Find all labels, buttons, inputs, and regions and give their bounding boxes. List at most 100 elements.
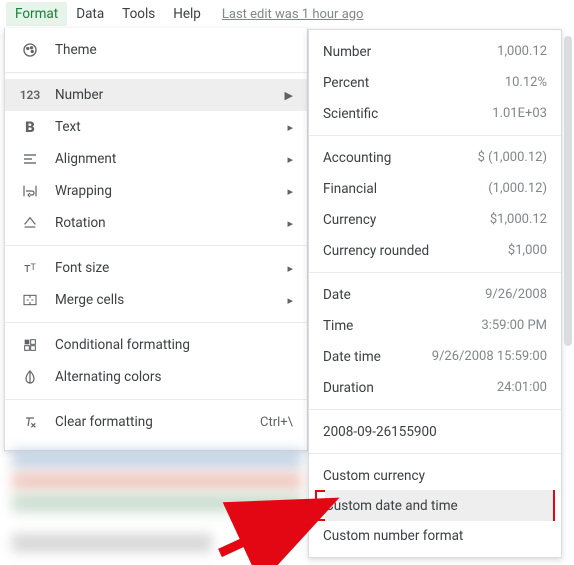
menu-item-label: Merge cells — [55, 292, 287, 308]
menu-item-font-size[interactable]: тT Font size ▸ — [5, 252, 307, 284]
submenu-arrow-icon: ▸ — [287, 217, 293, 230]
menu-item-label: Clear formatting — [55, 414, 260, 430]
submenu-item-scientific[interactable]: Scientific 1.01E+03 — [309, 98, 561, 129]
format-dropdown: Theme 123 Number ▶ B Text ▸ Alignment ▸ … — [4, 28, 308, 451]
submenu-item-number[interactable]: Number 1,000.12 — [309, 36, 561, 67]
submenu-item-iso[interactable]: 2008-09-26155900 — [309, 416, 561, 447]
blurred-content — [12, 472, 302, 490]
number-submenu: Number 1,000.12 Percent 10.12% Scientifi… — [308, 29, 562, 558]
submenu-item-label: Date time — [323, 349, 381, 365]
menu-item-wrapping[interactable]: Wrapping ▸ — [5, 175, 307, 207]
blurred-content — [12, 450, 302, 468]
submenu-item-example: 3:59:00 PM — [481, 318, 547, 333]
submenu-item-example: 24:01:00 — [497, 380, 547, 395]
submenu-item-example: 9/26/2008 — [485, 287, 547, 302]
submenu-item-label: Custom number format — [323, 528, 463, 544]
separator — [5, 322, 307, 323]
submenu-arrow-icon: ▸ — [287, 294, 293, 307]
submenu-item-currency-rounded[interactable]: Currency rounded $1,000 — [309, 235, 561, 266]
menu-item-text[interactable]: B Text ▸ — [5, 111, 307, 143]
submenu-item-duration[interactable]: Duration 24:01:00 — [309, 372, 561, 403]
submenu-item-label: Number — [323, 44, 371, 60]
menu-item-label: Rotation — [55, 215, 287, 231]
menu-item-label: Wrapping — [55, 183, 287, 199]
submenu-item-custom-number[interactable]: Custom number format — [309, 520, 561, 551]
submenu-item-label: Custom date and time — [325, 498, 458, 514]
submenu-item-label: Date — [323, 287, 351, 303]
submenu-item-percent[interactable]: Percent 10.12% — [309, 67, 561, 98]
alignment-icon — [19, 149, 41, 169]
submenu-item-example: $ (1,000.12) — [478, 150, 547, 165]
submenu-arrow-icon: ▸ — [287, 262, 293, 275]
separator — [309, 272, 561, 273]
menu-format[interactable]: Format — [6, 2, 67, 26]
submenu-item-label: Accounting — [323, 150, 391, 166]
separator — [5, 72, 307, 73]
separator — [5, 399, 307, 400]
conditional-formatting-icon — [19, 335, 41, 355]
submenu-arrow-icon: ▶ — [285, 89, 293, 102]
separator — [309, 453, 561, 454]
menu-item-number[interactable]: 123 Number ▶ — [5, 79, 307, 111]
clear-formatting-icon — [19, 412, 41, 432]
menu-item-rotation[interactable]: Rotation ▸ — [5, 207, 307, 239]
menu-item-label: Alternating colors — [55, 369, 293, 385]
submenu-item-accounting[interactable]: Accounting $ (1,000.12) — [309, 142, 561, 173]
menu-item-label: Theme — [55, 42, 293, 58]
menu-item-merge-cells[interactable]: Merge cells ▸ — [5, 284, 307, 316]
blurred-content — [12, 494, 302, 512]
menu-help[interactable]: Help — [164, 2, 210, 26]
last-edit-link[interactable]: Last edit was 1 hour ago — [222, 7, 364, 22]
submenu-item-example: 1,000.12 — [497, 44, 547, 59]
menu-item-clear-formatting[interactable]: Clear formatting Ctrl+\ — [5, 406, 307, 438]
submenu-arrow-icon: ▸ — [287, 185, 293, 198]
submenu-item-label: Currency — [323, 212, 376, 228]
submenu-item-example: (1,000.12) — [488, 181, 547, 196]
scrollbar[interactable] — [564, 36, 572, 346]
theme-icon — [19, 40, 41, 60]
menu-item-conditional-formatting[interactable]: Conditional formatting — [5, 329, 307, 361]
submenu-item-label: Financial — [323, 181, 377, 197]
menu-item-label: Text — [55, 119, 287, 135]
highlight-box: Custom date and time — [315, 490, 555, 521]
submenu-item-label: Custom currency — [323, 468, 425, 484]
shortcut-label: Ctrl+\ — [260, 415, 293, 430]
submenu-item-datetime[interactable]: Date time 9/26/2008 15:59:00 — [309, 341, 561, 372]
merge-cells-icon — [19, 290, 41, 310]
number-icon: 123 — [19, 85, 41, 105]
blurred-content — [12, 534, 212, 552]
submenu-item-time[interactable]: Time 3:59:00 PM — [309, 310, 561, 341]
submenu-item-label: Scientific — [323, 106, 378, 122]
bold-icon: B — [19, 117, 41, 137]
menu-tools[interactable]: Tools — [113, 2, 164, 26]
menu-item-theme[interactable]: Theme — [5, 34, 307, 66]
menu-item-label: Conditional formatting — [55, 337, 293, 353]
submenu-item-example: 1.01E+03 — [492, 106, 547, 121]
separator — [5, 245, 307, 246]
menubar: Format Data Tools Help Last edit was 1 h… — [0, 0, 574, 28]
submenu-item-label: Currency rounded — [323, 243, 429, 259]
separator — [309, 135, 561, 136]
submenu-arrow-icon: ▸ — [287, 121, 293, 134]
menu-data[interactable]: Data — [67, 2, 113, 26]
submenu-item-example: 10.12% — [505, 75, 547, 90]
submenu-item-currency[interactable]: Currency $1,000.12 — [309, 204, 561, 235]
font-size-icon: тT — [19, 258, 41, 278]
submenu-item-label: Percent — [323, 75, 369, 91]
menu-item-alignment[interactable]: Alignment ▸ — [5, 143, 307, 175]
submenu-item-custom-datetime[interactable]: Custom date and time — [325, 490, 553, 521]
submenu-item-label: 2008-09-26155900 — [323, 424, 437, 440]
menu-item-alternating-colors[interactable]: Alternating colors — [5, 361, 307, 393]
submenu-item-custom-currency[interactable]: Custom currency — [309, 460, 561, 491]
rotation-icon — [19, 213, 41, 233]
submenu-item-date[interactable]: Date 9/26/2008 — [309, 279, 561, 310]
submenu-item-example: $1,000 — [508, 243, 547, 258]
submenu-arrow-icon: ▸ — [287, 153, 293, 166]
menu-item-label: Alignment — [55, 151, 287, 167]
alternating-colors-icon — [19, 367, 41, 387]
submenu-item-label: Time — [323, 318, 353, 334]
submenu-item-example: $1,000.12 — [490, 212, 547, 227]
menu-item-label: Font size — [55, 260, 287, 276]
submenu-item-financial[interactable]: Financial (1,000.12) — [309, 173, 561, 204]
menu-item-label: Number — [55, 87, 285, 103]
